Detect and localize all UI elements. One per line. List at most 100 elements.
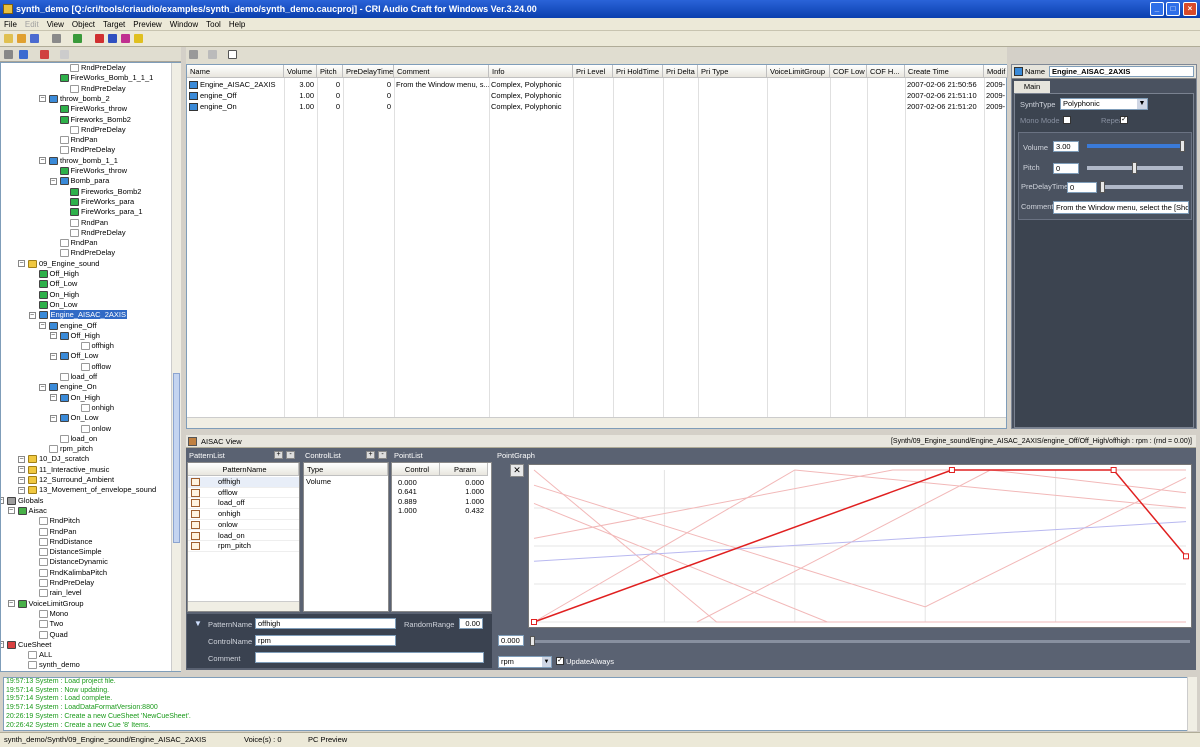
tree-item[interactable]: RndPreDelay xyxy=(59,248,115,258)
pattern-row[interactable]: offlow xyxy=(188,488,299,499)
control-list[interactable]: Type Volume xyxy=(303,462,389,612)
expand-toggle-icon[interactable]: − xyxy=(1,497,4,505)
table-row[interactable]: engine_On 1.00 0 0 Complex, Polyphonic 2007-0… xyxy=(187,101,1006,112)
point-cell[interactable]: 0.000 xyxy=(446,478,484,487)
expand-toggle-icon[interactable]: − xyxy=(18,455,25,463)
tree-item[interactable]: engine_Off xyxy=(49,321,97,331)
tree-item[interactable]: RndPan xyxy=(59,135,98,145)
column-header[interactable]: COF H... xyxy=(867,65,905,78)
cursor-slider-thumb[interactable] xyxy=(530,636,535,646)
list-delete-icon[interactable] xyxy=(208,50,217,59)
expand-toggle-icon[interactable]: − xyxy=(49,352,57,360)
tree-item[interactable]: RndPreDelay xyxy=(70,84,126,94)
pattern-row[interactable]: offhigh xyxy=(188,477,299,488)
pattern-row[interactable]: onlow xyxy=(188,520,299,531)
tree-item[interactable]: RndDistance xyxy=(38,537,92,547)
expand-toggle-icon[interactable]: − xyxy=(7,507,15,515)
tree-item[interactable]: FireWorks_para_1 xyxy=(70,207,143,217)
pattern-header[interactable]: PatternName xyxy=(188,463,299,476)
tree-item[interactable]: RndPreDelay xyxy=(70,228,126,238)
column-header[interactable]: Pri Delta xyxy=(663,65,698,78)
save-icon[interactable] xyxy=(30,34,39,43)
random-range-field[interactable]: 0.00 xyxy=(459,618,483,629)
synth-type-select[interactable]: Polyphonic xyxy=(1060,98,1148,110)
tree-item[interactable]: rain_level xyxy=(38,588,82,598)
tree-item[interactable]: Off_High xyxy=(38,269,79,279)
pattern-row[interactable]: load_off xyxy=(188,498,299,510)
tree-item[interactable]: Globals xyxy=(7,496,43,506)
tree-item[interactable]: offlow xyxy=(80,362,111,372)
tree-item[interactable]: Fireworks_Bomb2 xyxy=(70,187,141,197)
tree-item[interactable]: VoiceLimitGroup xyxy=(17,599,84,609)
minimize-button[interactable]: _ xyxy=(1150,2,1164,16)
pattern-add-button[interactable]: + xyxy=(274,451,283,459)
tree-item[interactable]: RndPan xyxy=(59,238,98,248)
pattern-hscrollbar[interactable] xyxy=(188,601,299,611)
expand-toggle-icon[interactable]: − xyxy=(7,600,15,608)
record-icon[interactable] xyxy=(121,34,130,43)
point-graph-svg[interactable] xyxy=(529,465,1191,627)
close-button[interactable]: × xyxy=(1183,2,1197,16)
pattern-row[interactable]: rpm_pitch xyxy=(188,541,299,552)
tree-item[interactable]: rpm_pitch xyxy=(49,444,93,454)
tree-item[interactable]: load_on xyxy=(59,434,97,444)
tree-item[interactable]: throw_bomb_2 xyxy=(49,94,110,104)
open-icon[interactable] xyxy=(17,34,26,43)
expand-toggle-icon[interactable]: − xyxy=(39,383,46,391)
tree-item[interactable]: FireWorks_para xyxy=(70,197,134,207)
tree-item[interactable]: RndPan xyxy=(70,218,108,228)
point-cell[interactable]: 0.000 xyxy=(398,478,428,487)
predelay-slider-thumb[interactable] xyxy=(1100,181,1105,193)
point-list[interactable]: Control Param 0.000 0.000 0.641 1.000 0.889 1.0… xyxy=(391,462,492,612)
tree-scrollbar[interactable] xyxy=(171,63,181,671)
tree-item[interactable]: RndPreDelay xyxy=(38,578,94,588)
tree-new-icon[interactable] xyxy=(4,50,13,59)
tree-item[interactable]: Mono xyxy=(38,609,68,619)
column-header[interactable]: Name xyxy=(187,65,284,78)
tab-main[interactable]: Main xyxy=(1014,81,1050,93)
tree-item[interactable]: 12_Surround_Ambient xyxy=(28,475,114,485)
point-cell[interactable]: 0.889 xyxy=(398,497,428,506)
pattern-row[interactable]: load_on xyxy=(188,531,299,542)
stop-icon[interactable] xyxy=(108,34,117,43)
table-row[interactable]: engine_Off 1.00 0 0 Complex, Polyphonic 2007-… xyxy=(187,90,1006,101)
expand-toggle-icon[interactable]: − xyxy=(1,641,4,649)
tree-item[interactable]: load_off xyxy=(59,372,97,382)
pattern-list[interactable]: PatternName offhigh offlow load_off onhigh on… xyxy=(187,462,300,612)
menu-item-object[interactable]: Object xyxy=(68,18,99,31)
tree-item[interactable]: On_Low xyxy=(38,300,77,310)
control-name-field[interactable]: rpm xyxy=(255,635,396,646)
list-action-icon[interactable] xyxy=(189,50,198,59)
update-always-checkbox[interactable]: ✓ xyxy=(556,657,564,665)
expand-toggle-icon[interactable]: − xyxy=(18,466,25,474)
menu-item-tool[interactable]: Tool xyxy=(202,18,225,31)
tree-item[interactable]: RndPreDelay xyxy=(59,145,115,155)
tree-item[interactable]: Bomb_para xyxy=(59,176,109,186)
tree-item[interactable]: RndPan xyxy=(38,527,77,537)
column-header[interactable]: Pri Type xyxy=(698,65,767,78)
pattern-row[interactable]: onhigh xyxy=(188,509,299,520)
column-header[interactable]: Comment xyxy=(394,65,489,78)
tree-add-icon[interactable] xyxy=(19,50,28,59)
log-scrollbar[interactable] xyxy=(1187,677,1197,731)
control-add-button[interactable]: + xyxy=(366,451,375,459)
curve-point-handle[interactable] xyxy=(1183,553,1189,560)
expand-toggle-icon[interactable]: − xyxy=(39,322,46,329)
cursor-value-field[interactable]: 0.000 xyxy=(498,635,524,646)
tree-item[interactable]: 09_Engine_sound xyxy=(28,259,99,269)
tree-item[interactable]: On_High xyxy=(38,290,79,300)
tree-item[interactable]: On_High xyxy=(59,393,100,403)
new-icon[interactable] xyxy=(4,34,13,43)
curve-point-handle[interactable] xyxy=(531,619,537,625)
name-field[interactable]: Engine_AISAC_2AXIS xyxy=(1049,66,1194,77)
pitch-slider-thumb[interactable] xyxy=(1132,162,1137,174)
expand-toggle-icon[interactable]: − xyxy=(28,311,36,319)
collapse-icon[interactable]: ▼ xyxy=(194,619,202,628)
point-cell[interactable]: 1.000 xyxy=(446,487,484,496)
tree-item[interactable]: FireWorks_throw xyxy=(59,166,127,176)
tree-item[interactable]: onlow xyxy=(80,424,111,434)
repeat-checkbox[interactable]: ✓ xyxy=(1120,116,1128,124)
expand-toggle-icon[interactable]: − xyxy=(49,414,57,422)
tree-scroll-thumb[interactable] xyxy=(173,373,180,543)
expand-toggle-icon[interactable]: − xyxy=(18,476,25,484)
